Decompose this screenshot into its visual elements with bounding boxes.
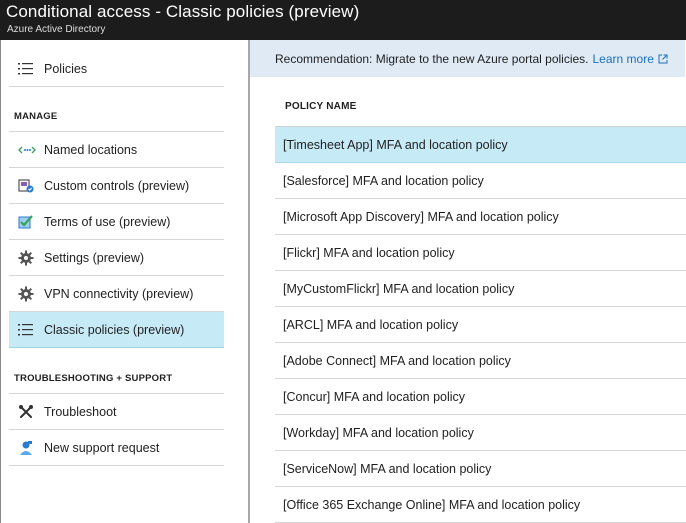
list-icon	[9, 320, 44, 340]
support-section-header: TROUBLESHOOTING + SUPPORT	[14, 373, 173, 384]
policy-row[interactable]: [ServiceNow] MFA and location policy	[275, 451, 686, 487]
blade-subtitle: Azure Active Directory	[7, 24, 106, 35]
sidebar-item-label: Named locations	[44, 142, 138, 157]
sidebar-item-label: New support request	[44, 440, 160, 455]
learn-more-link[interactable]: Learn more	[593, 52, 668, 66]
sidebar-item-classic-policies[interactable]: Classic policies (preview)	[9, 312, 224, 348]
policy-row[interactable]: [Microsoft App Discovery] MFA and locati…	[275, 199, 686, 235]
main-content: Recommendation: Migrate to the new Azure…	[250, 40, 686, 523]
banner-text: Recommendation: Migrate to the new Azure…	[275, 51, 589, 66]
sidebar-item-vpn-connectivity[interactable]: VPN connectivity (preview)	[9, 276, 224, 312]
policy-row[interactable]: [Flickr] MFA and location policy	[275, 235, 686, 271]
sidebar-item-custom-controls[interactable]: Custom controls (preview)	[9, 168, 224, 204]
policy-row[interactable]: [Workday] MFA and location policy	[275, 415, 686, 451]
sidebar-item-named-locations[interactable]: Named locations	[9, 132, 224, 168]
blade-title: Conditional access - Classic policies (p…	[6, 2, 360, 21]
manage-section-header: MANAGE	[14, 111, 58, 122]
policy-row[interactable]: [Concur] MFA and location policy	[275, 379, 686, 415]
terms-of-use-icon	[9, 212, 44, 232]
sidebar-item-new-support-request[interactable]: New support request	[9, 430, 224, 466]
policy-row[interactable]: [ARCL] MFA and location policy	[275, 307, 686, 343]
sidebar-item-label: Terms of use (preview)	[44, 214, 171, 229]
sidebar-item-label: Policies	[44, 61, 88, 76]
sidebar-item-label: Settings (preview)	[44, 250, 145, 265]
policy-row[interactable]: [Adobe Connect] MFA and location policy	[275, 343, 686, 379]
sidebar-item-label: Classic policies (preview)	[44, 322, 185, 337]
sidebar: Policies MANAGE Named locations Custom c…	[0, 40, 248, 523]
gear-icon	[9, 248, 44, 268]
policy-row[interactable]: [Salesforce] MFA and location policy	[275, 163, 686, 199]
policy-row[interactable]: [Office 365 Exchange Online] MFA and loc…	[275, 487, 686, 523]
wrench-icon	[9, 402, 44, 422]
column-header-policy-name[interactable]: POLICY NAME	[285, 101, 356, 112]
sidebar-item-terms-of-use[interactable]: Terms of use (preview)	[9, 204, 224, 240]
external-link-icon	[658, 54, 668, 63]
sidebar-item-settings[interactable]: Settings (preview)	[9, 240, 224, 276]
policy-row[interactable]: [Timesheet App] MFA and location policy	[275, 127, 686, 163]
sidebar-item-label: Custom controls (preview)	[44, 178, 190, 193]
list-icon	[9, 59, 44, 79]
learn-more-label: Learn more	[592, 51, 654, 66]
recommendation-banner: Recommendation: Migrate to the new Azure…	[250, 40, 685, 77]
sidebar-item-policies[interactable]: Policies	[9, 51, 224, 87]
policy-row[interactable]: [MyCustomFlickr] MFA and location policy	[275, 271, 686, 307]
sidebar-item-label: VPN connectivity (preview)	[44, 286, 194, 301]
sidebar-item-troubleshoot[interactable]: Troubleshoot	[9, 394, 224, 430]
blade-header: Conditional access - Classic policies (p…	[0, 0, 686, 40]
gear-icon	[9, 284, 44, 304]
custom-controls-icon	[9, 176, 44, 196]
support-request-icon	[9, 438, 44, 458]
named-locations-icon	[9, 140, 44, 160]
sidebar-item-label: Troubleshoot	[44, 404, 117, 419]
